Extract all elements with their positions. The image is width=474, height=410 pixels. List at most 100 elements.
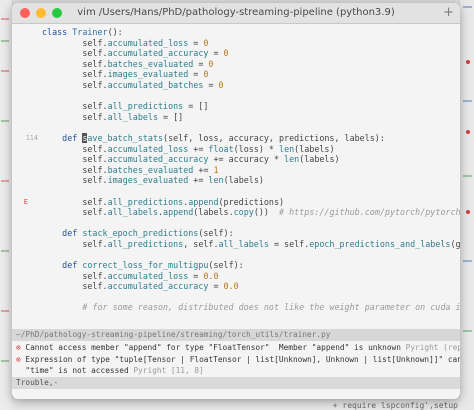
code-text: self.accumulated_accuracy = 0 [42,48,229,59]
new-tab-button[interactable]: + [443,6,454,20]
code-token: += [188,175,209,186]
diagnostic-source: Pyright (reportGenera [405,343,460,352]
code-token: Trainer [72,27,108,37]
code-token: accumulated_loss [107,270,189,281]
code-token: = [188,270,204,281]
code-line[interactable] [12,186,460,197]
code-token: 0.0 [223,281,239,292]
code-token: batches_evaluated [107,164,194,175]
code-line[interactable]: self.batches_evaluated += 1 [12,165,460,176]
code-editor[interactable]: class Trainer(): self.accumulated_loss =… [12,24,460,313]
code-token: (labels) [299,154,340,165]
code-line[interactable]: self.accumulated_batches = 0 [12,80,460,91]
code-token: accumulated_accuracy [107,48,209,59]
code-token: self. [42,281,108,292]
code-token: += [188,143,209,154]
code-line[interactable]: self.images_evaluated += len(labels) [12,175,460,186]
code-token: class [42,27,73,37]
code-line[interactable]: def correct_loss_for_multigpu(self): [12,260,460,271]
code-token: append [163,207,194,218]
code-text: self.all_labels = [] [42,112,183,123]
code-token: def [42,260,83,271]
code-line[interactable]: self.accumulated_accuracy += accuracy * … [12,154,460,165]
code-text: self.images_evaluated += len(labels) [42,175,264,186]
terminal-window[interactable]: vim /Users/Hans/PhD/pathology-streaming-… [12,3,460,399]
code-line[interactable]: self.images_evaluated = 0 [12,69,460,80]
code-token: (): [107,27,123,37]
code-line[interactable] [12,292,460,303]
background-editor-right-pane [459,0,474,410]
code-line[interactable]: self.accumulated_accuracy = 0 [12,48,460,59]
code-token: float [208,143,234,154]
code-line[interactable]: self.accumulated_loss += float(loss) * l… [12,144,460,155]
background-marker [1,250,9,252]
code-line[interactable]: self.all_labels = [] [12,112,460,123]
code-text: self.accumulated_accuracy += accuracy * … [42,154,340,165]
code-token: self. [42,69,108,80]
code-line[interactable] [12,122,460,133]
close-window-button[interactable] [20,8,30,18]
code-line[interactable]: self.all_labels.append(labels.copy()) # … [12,207,460,218]
code-token: = [188,37,204,48]
code-line[interactable]: E self.all_predictions.append(prediction… [12,197,460,208]
diagnostic-row[interactable]: ⊗ Cannot access member "append" for type… [12,342,460,353]
window-title: vim /Users/Hans/PhD/pathology-streaming-… [77,7,395,18]
code-token: self. [42,58,108,69]
diagnostic-source: Pyright [11, 8] [133,366,204,375]
title-bar[interactable]: vim /Users/Hans/PhD/pathology-streaming-… [12,3,460,24]
code-token: len [208,175,224,186]
file-path-status-line: ~/PhD/pathology-streaming-pipeline/strea… [12,329,460,341]
code-token: epoch_predictions_and_labels [309,238,451,249]
code-token: = [208,48,224,59]
code-token: 1 [213,164,219,175]
code-text: self.accumulated_loss = 0.0 [42,270,218,282]
code-token: images_evaluated [107,69,189,80]
code-line[interactable] [12,218,460,229]
code-token: ()) [253,207,280,218]
code-token: (labels. [193,207,234,218]
code-token: , self. [183,238,219,249]
code-token: self. [42,154,108,165]
code-token: 0 [223,48,229,59]
code-token: all_predictions [107,101,184,112]
background-marker [463,330,472,332]
minimize-window-button[interactable] [36,8,46,18]
code-token: # for some reason, distributed does not … [82,302,460,313]
code-token: 0 [218,79,224,90]
code-text: # for some reason, distributed does not … [42,302,460,313]
code-line[interactable]: self.all_predictions, self.all_labels = … [12,239,460,250]
code-token: self. [42,175,108,186]
code-token: all_labels [107,111,158,122]
code-token: self. [42,196,108,207]
code-token: self. [42,143,108,154]
diagnostic-row[interactable]: "time" is not accessed Pyright [11, 8] [12,365,460,376]
code-text: self.all_labels.append(labels.copy()) # … [42,207,460,218]
code-line[interactable]: self.batches_evaluated = 0 [12,59,460,70]
background-code-snippet: + require lspconfig',setup [332,401,458,410]
background-marker [1,120,9,122]
code-token: = [] [157,111,184,122]
code-line[interactable]: # for some reason, distributed does not … [12,302,460,313]
code-line[interactable]: self.accumulated_accuracy = 0.0 [12,281,460,292]
code-token: append [188,196,219,207]
code-token: # https://github.com/pytorch/pytorch/iss… [279,207,460,218]
zoom-window-button[interactable] [52,8,62,18]
code-line[interactable]: self.all_predictions = [] [12,101,460,112]
code-token: all_predictions [107,196,184,207]
diagnostic-row[interactable]: ⊗ Expression of type "tuple[Tensor | Flo… [12,354,460,365]
code-token: 0 [203,37,209,48]
code-token: def [42,228,83,239]
code-token: (self): [198,228,234,239]
code-line[interactable]: class Trainer(): [12,27,460,38]
code-line[interactable] [12,91,460,102]
code-line[interactable]: self.accumulated_loss = 0.0 [12,271,460,282]
code-line[interactable]: 114 def save_batch_stats(self, loss, acc… [12,132,460,144]
code-line[interactable] [12,249,460,260]
code-token: ave_batch_stats [87,132,164,143]
code-token: stack_epoch_predictions [82,228,199,239]
code-line[interactable]: def stack_epoch_predictions(self): [12,228,460,239]
code-line[interactable]: self.accumulated_loss = 0 [12,38,460,49]
code-text: def correct_loss_for_multigpu(self): [42,260,244,271]
code-text: self.all_predictions, self.all_labels = … [42,239,460,250]
code-token: accumulated_loss [107,37,189,48]
